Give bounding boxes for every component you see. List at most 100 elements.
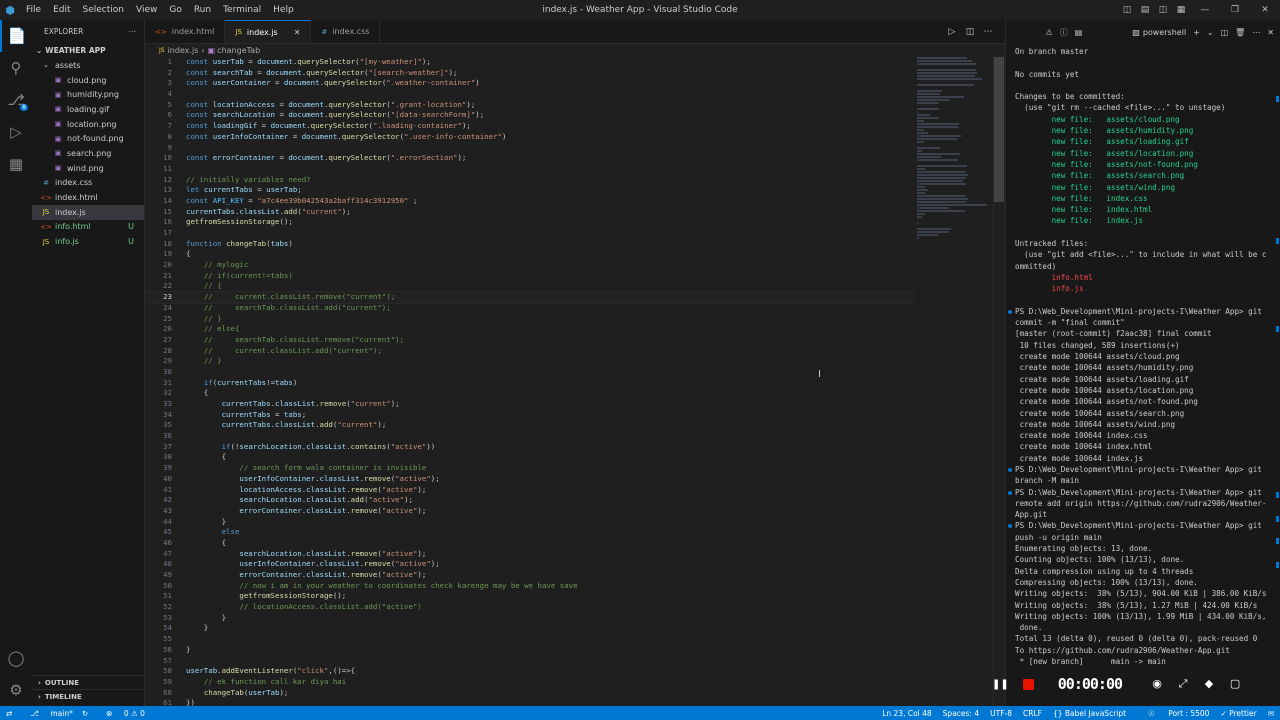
scrollbar-thumb[interactable] (994, 57, 1004, 202)
menu-item-file[interactable]: File (20, 0, 47, 20)
code-line[interactable]: 18 function changeTab(tabs) (145, 239, 915, 250)
code-line[interactable]: 31 if(currentTabs!=tabs) (145, 378, 915, 389)
problems-indicator[interactable]: ⊗ 0 ⚠ 0 (97, 709, 145, 718)
language-mode[interactable]: {} Babel JavaScript (1053, 709, 1126, 718)
code-line[interactable]: 52 // locationAccess.classList.add("acti… (145, 602, 915, 613)
breadcrumb-symbol[interactable]: changeTab (217, 46, 260, 55)
code-line[interactable]: 32 { (145, 388, 915, 399)
code-line[interactable]: 59 // ek function call kar diya hai (145, 677, 915, 688)
run-debug-icon[interactable]: ▷ (0, 116, 32, 148)
code-line[interactable]: 57 (145, 656, 915, 667)
file-tree-item[interactable]: ▣ loading.gif (32, 102, 144, 117)
code-line[interactable]: 51 getfromSessionStorage(); (145, 591, 915, 602)
command-decoration-icon[interactable] (1008, 309, 1012, 314)
code-line[interactable]: 1 const userTab = document.querySelector(… (145, 57, 915, 68)
terminal-output[interactable]: On branch master No commits yet Changes to… (1008, 46, 1273, 667)
toggle-primary-sidebar-icon[interactable]: ◫ (1118, 5, 1136, 15)
minimize-icon[interactable]: — (1190, 5, 1220, 15)
code-line[interactable]: 8 const userInfoContainer = document.quer… (145, 132, 915, 143)
code-line[interactable]: 7 const loadingGif = document.querySelect… (145, 121, 915, 132)
code-line[interactable]: 48 userInfoContainer.classList.remove("a… (145, 559, 915, 570)
code-line[interactable]: 6 const searchLocation = document.querySe… (145, 110, 915, 121)
code-line[interactable]: 30 (145, 367, 915, 378)
terminal-icon[interactable]: ▤ (1075, 28, 1083, 37)
cursor-position[interactable]: Ln 23, Col 48 (882, 709, 931, 718)
menu-item-help[interactable]: Help (267, 0, 300, 20)
code-line[interactable]: 53 } (145, 613, 915, 624)
command-decoration-icon[interactable] (1008, 524, 1012, 529)
code-line[interactable]: 14 const API_KEY = "a7c4ee39b042543a2baff… (145, 196, 915, 207)
source-control-icon[interactable]: ⎇ 8 (0, 84, 32, 116)
code-line[interactable]: 24 // searchTab.classList.add("current")… (145, 303, 915, 314)
close-panel-icon[interactable]: ✕ (1267, 28, 1274, 37)
terminal-scrollbar[interactable] (1275, 46, 1280, 676)
breadcrumb-file[interactable]: index.js (168, 46, 199, 55)
file-tree-item[interactable]: ▣ search.png (32, 146, 144, 161)
code-line[interactable]: 21 // if(current!=tabs) (145, 271, 915, 282)
command-decoration-icon[interactable] (1008, 467, 1012, 472)
code-line[interactable]: 58 userTab.addEventListener("click",()=>{ (145, 666, 915, 677)
notifications-bell-icon[interactable]: ✉ (1268, 709, 1274, 718)
menu-item-run[interactable]: Run (188, 0, 217, 20)
live-server-port[interactable]: ☉ Port : 5500 (1137, 709, 1209, 718)
fullscreen-icon[interactable]: ⤢ (1170, 677, 1196, 691)
split-editor-icon[interactable]: ◫ (961, 27, 979, 37)
code-line[interactable]: 61}) (145, 698, 915, 706)
file-tree-item[interactable]: <> info.html U (32, 220, 144, 235)
more-actions-icon[interactable]: ⋯ (979, 27, 997, 37)
code-line[interactable]: 15 currentTabs.classList.add("current"); (145, 207, 915, 218)
menu-item-go[interactable]: Go (163, 0, 187, 20)
code-line[interactable]: 23 // current.classList.remove("current"… (145, 291, 915, 304)
file-tree-item[interactable]: ⌄ assets (32, 58, 144, 73)
stop-record-icon[interactable] (1022, 678, 1034, 690)
code-line[interactable]: 38 { (145, 452, 915, 463)
code-line[interactable]: 29 // } (145, 356, 915, 367)
code-line[interactable]: 50 // now i am in your weather to coordi… (145, 581, 915, 592)
customize-layout-icon[interactable]: ▦ (1172, 5, 1190, 15)
code-line[interactable]: 17 (145, 228, 915, 239)
code-line[interactable]: 41 locationAccess.classList.remove("acti… (145, 485, 915, 496)
outline-section[interactable]: › OUTLINE (32, 675, 145, 689)
code-editor[interactable]: 1 const userTab = document.querySelector(… (145, 57, 915, 706)
code-line[interactable]: 9 (145, 143, 915, 154)
run-icon[interactable]: ▷ (943, 27, 961, 37)
chevron-down-icon[interactable]: ⌄ (1207, 28, 1214, 37)
branch-indicator[interactable]: ⎇ main* (21, 709, 73, 718)
file-tree-item[interactable]: JS info.js U (32, 234, 144, 249)
code-line[interactable]: 42 searchLocation.classList.add("active"… (145, 495, 915, 506)
toggle-panel-icon[interactable]: ▤ (1136, 5, 1154, 15)
new-terminal-icon[interactable]: + (1193, 28, 1200, 37)
more-actions-icon[interactable]: ⋯ (1252, 28, 1260, 37)
tab-index-js[interactable]: JS index.js ✕ (225, 20, 312, 43)
terminal-shell-name[interactable]: powershell (1143, 28, 1186, 37)
timeline-section[interactable]: › TIMELINE (32, 689, 145, 703)
code-line[interactable]: 16 getfromSessionStorage(); (145, 217, 915, 228)
code-line[interactable]: 2 const searchTab = document.querySelecto… (145, 68, 915, 79)
toggle-secondary-sidebar-icon[interactable]: ◫ (1154, 5, 1172, 15)
file-tree-item[interactable]: ▣ humidity.png (32, 87, 144, 102)
code-line[interactable]: 11 (145, 164, 915, 175)
code-line[interactable]: 44 } (145, 517, 915, 528)
menu-item-selection[interactable]: Selection (77, 0, 130, 20)
code-line[interactable]: 5 const locationAccess = document.querySe… (145, 100, 915, 111)
editor-scrollbar[interactable] (993, 57, 1005, 706)
pause-icon[interactable]: ❚❚ (992, 679, 1009, 690)
code-line[interactable]: 60 changeTab(userTab); (145, 688, 915, 699)
file-tree-item[interactable]: ▣ wind.png (32, 161, 144, 176)
sync-icon[interactable]: ↻ (82, 709, 88, 718)
encoding[interactable]: UTF-8 (990, 709, 1012, 718)
extensions-icon[interactable]: ▦ (0, 148, 32, 180)
menu-item-terminal[interactable]: Terminal (217, 0, 267, 20)
maximize-icon[interactable]: ❐ (1220, 5, 1250, 15)
close-window-icon[interactable]: ✕ (1250, 5, 1280, 15)
code-line[interactable]: 36 (145, 431, 915, 442)
code-line[interactable]: 34 currentTabs = tabs; (145, 410, 915, 421)
more-actions-icon[interactable]: ⋯ (129, 27, 137, 36)
split-terminal-icon[interactable]: ◫ (1221, 28, 1229, 37)
prettier-status[interactable]: ✓ Prettier (1220, 709, 1256, 718)
minimize-recorder-icon[interactable]: ▢ (1222, 677, 1248, 691)
webcam-icon[interactable]: ◉ (1144, 677, 1170, 691)
code-line[interactable]: 37 if(!searchLocation.classList.contains… (145, 442, 915, 453)
tab-index-css[interactable]: # index.css (311, 20, 381, 43)
search-icon[interactable]: ⚲ (0, 52, 32, 84)
